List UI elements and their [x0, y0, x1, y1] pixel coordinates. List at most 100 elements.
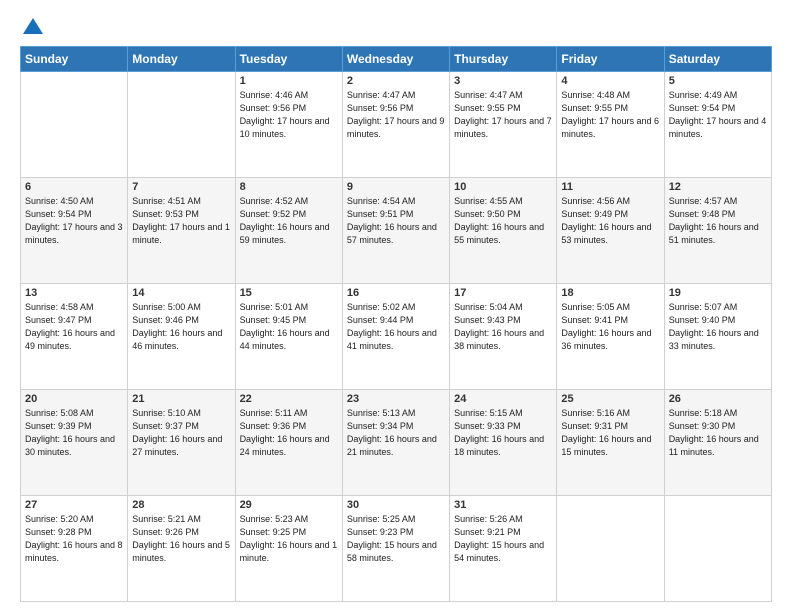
- calendar-table: SundayMondayTuesdayWednesdayThursdayFrid…: [20, 46, 772, 602]
- day-info: Sunrise: 4:55 AM Sunset: 9:50 PM Dayligh…: [454, 195, 552, 247]
- calendar-header-friday: Friday: [557, 47, 664, 72]
- day-info: Sunrise: 5:07 AM Sunset: 9:40 PM Dayligh…: [669, 301, 767, 353]
- calendar-header-tuesday: Tuesday: [235, 47, 342, 72]
- calendar-header-wednesday: Wednesday: [342, 47, 449, 72]
- day-info: Sunrise: 5:26 AM Sunset: 9:21 PM Dayligh…: [454, 513, 552, 565]
- day-info: Sunrise: 5:18 AM Sunset: 9:30 PM Dayligh…: [669, 407, 767, 459]
- calendar-cell: 9 Sunrise: 4:54 AM Sunset: 9:51 PM Daylig…: [342, 178, 449, 284]
- day-info: Sunrise: 4:52 AM Sunset: 9:52 PM Dayligh…: [240, 195, 338, 247]
- calendar-cell: 12 Sunrise: 4:57 AM Sunset: 9:48 PM Dayli…: [664, 178, 771, 284]
- day-info: Sunrise: 4:47 AM Sunset: 9:55 PM Dayligh…: [454, 89, 552, 141]
- day-number: 14: [132, 287, 230, 299]
- calendar-cell: 28Sunrise: 5:21 AM Sunset: 9:26 PM Dayli…: [128, 496, 235, 602]
- calendar-cell: 16 Sunrise: 5:02 AM Sunset: 9:44 PM Dayli…: [342, 284, 449, 390]
- calendar-cell: 7 Sunrise: 4:51 AM Sunset: 9:53 PM Daylig…: [128, 178, 235, 284]
- calendar-cell: 8 Sunrise: 4:52 AM Sunset: 9:52 PM Daylig…: [235, 178, 342, 284]
- calendar-cell: 10Sunrise: 4:55 AM Sunset: 9:50 PM Dayli…: [450, 178, 557, 284]
- day-info: Sunrise: 5:10 AM Sunset: 9:37 PM Dayligh…: [132, 407, 230, 459]
- day-number: 11: [561, 181, 659, 193]
- day-info: Sunrise: 5:11 AM Sunset: 9:36 PM Dayligh…: [240, 407, 338, 459]
- day-info: Sunrise: 4:54 AM Sunset: 9:51 PM Dayligh…: [347, 195, 445, 247]
- calendar-header-row: SundayMondayTuesdayWednesdayThursdayFrid…: [21, 47, 772, 72]
- calendar-cell: 1 Sunrise: 4:46 AM Sunset: 9:56 PM Daylig…: [235, 72, 342, 178]
- day-number: 4: [561, 75, 659, 87]
- calendar-cell: 27 Sunrise: 5:20 AM Sunset: 9:28 PM Dayli…: [21, 496, 128, 602]
- calendar-cell: 20 Sunrise: 5:08 AM Sunset: 9:39 PM Dayli…: [21, 390, 128, 496]
- calendar-header-sunday: Sunday: [21, 47, 128, 72]
- calendar-cell: 2Sunrise: 4:47 AM Sunset: 9:56 PM Daylig…: [342, 72, 449, 178]
- day-number: 31: [454, 499, 552, 511]
- day-number: 16: [347, 287, 445, 299]
- logo: [20, 18, 43, 36]
- day-number: 12: [669, 181, 767, 193]
- calendar-cell: [557, 496, 664, 602]
- day-number: 2: [347, 75, 445, 87]
- day-info: Sunrise: 5:00 AM Sunset: 9:46 PM Dayligh…: [132, 301, 230, 353]
- day-number: 3: [454, 75, 552, 87]
- calendar-cell: 6 Sunrise: 4:50 AM Sunset: 9:54 PM Daylig…: [21, 178, 128, 284]
- day-info: Sunrise: 5:04 AM Sunset: 9:43 PM Dayligh…: [454, 301, 552, 353]
- day-info: Sunrise: 4:51 AM Sunset: 9:53 PM Dayligh…: [132, 195, 230, 247]
- calendar-week-3: 13 Sunrise: 4:58 AM Sunset: 9:47 PM Dayli…: [21, 284, 772, 390]
- calendar-cell: 18Sunrise: 5:05 AM Sunset: 9:41 PM Dayli…: [557, 284, 664, 390]
- day-number: 30: [347, 499, 445, 511]
- calendar-cell: 4 Sunrise: 4:48 AM Sunset: 9:55 PM Daylig…: [557, 72, 664, 178]
- calendar-week-5: 27 Sunrise: 5:20 AM Sunset: 9:28 PM Dayli…: [21, 496, 772, 602]
- day-number: 29: [240, 499, 338, 511]
- calendar-cell: [664, 496, 771, 602]
- day-number: 6: [25, 181, 123, 193]
- day-info: Sunrise: 4:48 AM Sunset: 9:55 PM Dayligh…: [561, 89, 659, 141]
- day-number: 15: [240, 287, 338, 299]
- calendar-cell: 3 Sunrise: 4:47 AM Sunset: 9:55 PM Daylig…: [450, 72, 557, 178]
- day-number: 9: [347, 181, 445, 193]
- calendar-header-monday: Monday: [128, 47, 235, 72]
- calendar-cell: 29Sunrise: 5:23 AM Sunset: 9:25 PM Dayli…: [235, 496, 342, 602]
- calendar-header-thursday: Thursday: [450, 47, 557, 72]
- day-info: Sunrise: 5:08 AM Sunset: 9:39 PM Dayligh…: [25, 407, 123, 459]
- page: SundayMondayTuesdayWednesdayThursdayFrid…: [0, 0, 792, 612]
- day-number: 1: [240, 75, 338, 87]
- calendar-cell: [128, 72, 235, 178]
- day-number: 17: [454, 287, 552, 299]
- day-info: Sunrise: 5:25 AM Sunset: 9:23 PM Dayligh…: [347, 513, 445, 565]
- day-number: 22: [240, 393, 338, 405]
- calendar-cell: 25Sunrise: 5:16 AM Sunset: 9:31 PM Dayli…: [557, 390, 664, 496]
- calendar-cell: 11 Sunrise: 4:56 AM Sunset: 9:49 PM Dayli…: [557, 178, 664, 284]
- day-info: Sunrise: 4:56 AM Sunset: 9:49 PM Dayligh…: [561, 195, 659, 247]
- calendar-cell: 5 Sunrise: 4:49 AM Sunset: 9:54 PM Daylig…: [664, 72, 771, 178]
- day-info: Sunrise: 4:58 AM Sunset: 9:47 PM Dayligh…: [25, 301, 123, 353]
- day-info: Sunrise: 4:50 AM Sunset: 9:54 PM Dayligh…: [25, 195, 123, 247]
- calendar-cell: 14 Sunrise: 5:00 AM Sunset: 9:46 PM Dayli…: [128, 284, 235, 390]
- day-info: Sunrise: 4:46 AM Sunset: 9:56 PM Dayligh…: [240, 89, 338, 141]
- calendar-cell: [21, 72, 128, 178]
- calendar-cell: 19 Sunrise: 5:07 AM Sunset: 9:40 PM Dayli…: [664, 284, 771, 390]
- calendar-week-4: 20 Sunrise: 5:08 AM Sunset: 9:39 PM Dayli…: [21, 390, 772, 496]
- calendar-header-saturday: Saturday: [664, 47, 771, 72]
- day-info: Sunrise: 5:13 AM Sunset: 9:34 PM Dayligh…: [347, 407, 445, 459]
- calendar-cell: 15 Sunrise: 5:01 AM Sunset: 9:45 PM Dayli…: [235, 284, 342, 390]
- day-info: Sunrise: 4:49 AM Sunset: 9:54 PM Dayligh…: [669, 89, 767, 141]
- day-number: 13: [25, 287, 123, 299]
- calendar-cell: 26 Sunrise: 5:18 AM Sunset: 9:30 PM Dayli…: [664, 390, 771, 496]
- day-number: 5: [669, 75, 767, 87]
- calendar-cell: 21 Sunrise: 5:10 AM Sunset: 9:37 PM Dayli…: [128, 390, 235, 496]
- day-info: Sunrise: 5:01 AM Sunset: 9:45 PM Dayligh…: [240, 301, 338, 353]
- day-info: Sunrise: 5:05 AM Sunset: 9:41 PM Dayligh…: [561, 301, 659, 353]
- day-number: 7: [132, 181, 230, 193]
- calendar-cell: 22 Sunrise: 5:11 AM Sunset: 9:36 PM Dayli…: [235, 390, 342, 496]
- day-info: Sunrise: 5:16 AM Sunset: 9:31 PM Dayligh…: [561, 407, 659, 459]
- calendar-cell: 17 Sunrise: 5:04 AM Sunset: 9:43 PM Dayli…: [450, 284, 557, 390]
- day-number: 8: [240, 181, 338, 193]
- day-info: Sunrise: 5:21 AM Sunset: 9:26 PM Dayligh…: [132, 513, 230, 565]
- day-info: Sunrise: 5:20 AM Sunset: 9:28 PM Dayligh…: [25, 513, 123, 565]
- day-number: 19: [669, 287, 767, 299]
- day-info: Sunrise: 4:57 AM Sunset: 9:48 PM Dayligh…: [669, 195, 767, 247]
- day-info: Sunrise: 5:02 AM Sunset: 9:44 PM Dayligh…: [347, 301, 445, 353]
- logo-text: [20, 18, 43, 36]
- day-number: 26: [669, 393, 767, 405]
- logo-triangle-icon: [23, 18, 43, 34]
- calendar-week-2: 6 Sunrise: 4:50 AM Sunset: 9:54 PM Daylig…: [21, 178, 772, 284]
- day-number: 21: [132, 393, 230, 405]
- day-number: 27: [25, 499, 123, 511]
- day-number: 20: [25, 393, 123, 405]
